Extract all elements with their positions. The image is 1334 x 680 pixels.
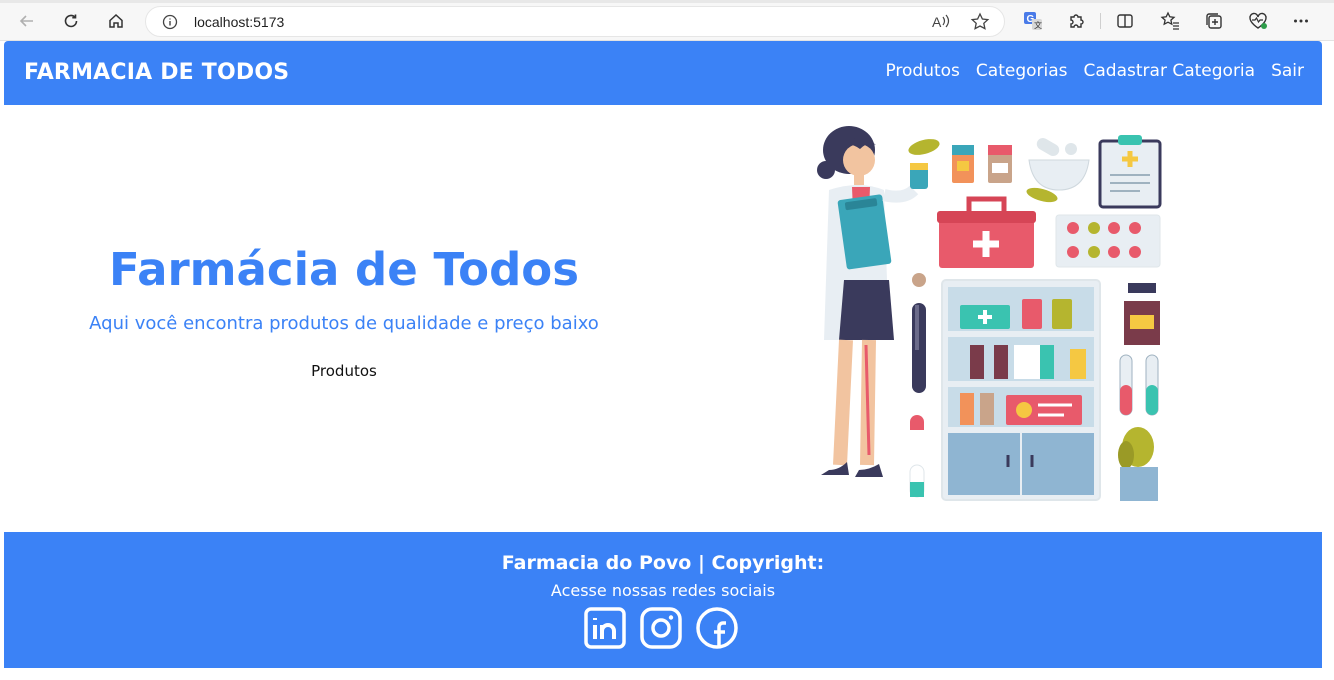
instagram-icon[interactable]	[640, 607, 682, 649]
hero-section: Farmácia de Todos Aqui você encontra pro…	[4, 105, 1322, 532]
translate-button[interactable]: G文	[1021, 9, 1045, 33]
facebook-icon[interactable]	[696, 607, 738, 649]
reload-icon	[64, 14, 78, 28]
collections-icon	[1206, 13, 1222, 29]
hero-title: Farmácia de Todos	[109, 243, 579, 296]
settings-menu-button[interactable]	[1289, 9, 1313, 33]
heart-pulse-icon	[1249, 12, 1267, 29]
more-dots-icon	[1294, 19, 1308, 23]
brand-logo-text[interactable]: FARMACIA DE TODOS	[24, 60, 289, 85]
footer-subtitle: Acesse nossas redes sociais	[550, 581, 776, 600]
page-content: FARMACIA DE TODOS Produtos Categorias Ca…	[4, 41, 1322, 668]
footer-title: Farmacia do Povo | Copyright:	[501, 552, 825, 574]
split-screen-button[interactable]	[1113, 9, 1137, 33]
pharmacy-illustration	[817, 126, 1162, 501]
linkedin-icon[interactable]	[584, 607, 626, 649]
svg-text:文: 文	[1034, 20, 1042, 30]
tab-strip-edge	[0, 0, 1334, 3]
reload-button[interactable]	[58, 8, 84, 34]
favorites-button[interactable]	[1158, 9, 1182, 33]
puzzle-icon	[1070, 14, 1084, 28]
browser-toolbar: localhost:5173 A G文	[0, 0, 1334, 41]
scrollbar[interactable]	[1322, 41, 1334, 680]
toolbar-divider	[1100, 13, 1101, 29]
favorite-star-icon[interactable]	[970, 12, 990, 32]
address-bar[interactable]: localhost:5173 A	[145, 6, 1005, 37]
nav-link-sair[interactable]: Sair	[1271, 61, 1304, 81]
nav-link-categorias[interactable]: Categorias	[976, 61, 1068, 81]
info-icon[interactable]	[162, 14, 178, 30]
collections-button[interactable]	[1202, 9, 1226, 33]
navbar: FARMACIA DE TODOS Produtos Categorias Ca…	[4, 41, 1322, 105]
read-aloud-icon[interactable]: A	[931, 13, 951, 31]
nav-link-produtos[interactable]: Produtos	[885, 61, 959, 81]
url-text[interactable]: localhost:5173	[194, 14, 284, 30]
browser-essentials-button[interactable]	[1246, 9, 1270, 33]
footer: Farmacia do Povo | Copyright: Acesse nos…	[4, 532, 1322, 668]
social-links	[584, 607, 738, 649]
home-button[interactable]	[103, 8, 129, 34]
split-screen-icon	[1117, 14, 1133, 28]
nav-link-cadastrar-categoria[interactable]: Cadastrar Categoria	[1084, 61, 1256, 81]
svg-text:A: A	[932, 14, 942, 30]
hero-subtitle: Aqui você encontra produtos de qualidade…	[89, 313, 599, 334]
back-button[interactable]	[14, 8, 40, 34]
extensions-button[interactable]	[1065, 9, 1089, 33]
favorites-list-icon	[1160, 11, 1179, 30]
nav-links: Produtos Categorias Cadastrar Categoria …	[885, 61, 1304, 81]
produtos-button[interactable]: Produtos	[294, 362, 394, 380]
back-arrow-icon	[19, 15, 33, 27]
home-icon	[109, 13, 123, 28]
translate-icon: G文	[1024, 12, 1042, 30]
